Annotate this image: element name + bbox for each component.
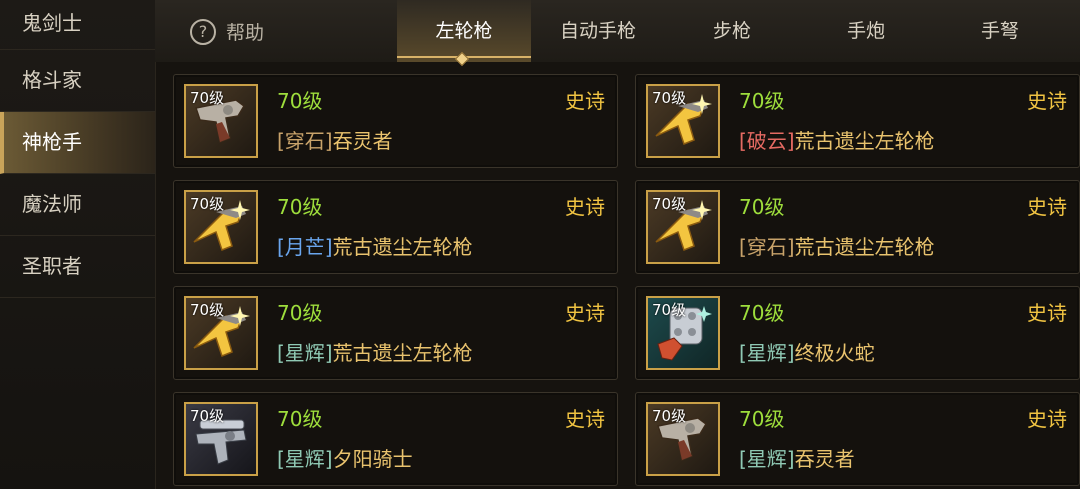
item-tag: [星辉] bbox=[277, 447, 333, 471]
thumb-level: 70级 bbox=[652, 89, 687, 107]
revolver-gold-icon: 70级 bbox=[646, 190, 720, 264]
revolver-gold-icon: 70级 bbox=[184, 296, 258, 370]
item-tag: [穿石] bbox=[739, 235, 795, 259]
sidebar-item-fighter[interactable]: 格斗家 bbox=[0, 50, 155, 112]
sidebar-item-gunner[interactable]: 神枪手 bbox=[0, 112, 155, 174]
tab-rifle[interactable]: 步枪 bbox=[665, 0, 799, 62]
item-card[interactable]: 70级 70级 史诗 [穿石]荒古遗尘左轮枪 bbox=[635, 180, 1080, 274]
item-rarity: 史诗 bbox=[565, 301, 605, 325]
item-title: 荒古遗尘左轮枪 bbox=[794, 129, 935, 153]
item-title: 终极火蛇 bbox=[794, 341, 875, 365]
tab-label: 手弩 bbox=[980, 20, 1019, 42]
revolver-silver-icon: 70级 bbox=[646, 402, 720, 476]
item-rarity: 史诗 bbox=[1027, 195, 1067, 219]
sidebar-item-label: 圣职者 bbox=[22, 254, 82, 278]
weapon-tab-bar: ? 帮助 左轮枪 自动手枪 步枪 手炮 手弩 bbox=[155, 0, 1080, 67]
sidebar-item-label: 鬼剑士 bbox=[22, 11, 82, 35]
item-level: 70级 bbox=[739, 301, 785, 325]
item-tag: [穿石] bbox=[277, 129, 333, 153]
item-name: [穿石]吞灵者 bbox=[277, 125, 393, 154]
revolver-gold-icon: 70级 bbox=[646, 84, 720, 158]
item-name: [星辉]荒古遗尘左轮枪 bbox=[277, 337, 473, 366]
tab-auto-pistol[interactable]: 自动手枪 bbox=[531, 0, 665, 62]
item-level: 70级 bbox=[739, 407, 785, 431]
item-tag: [月芒] bbox=[277, 235, 333, 259]
item-title: 夕阳骑士 bbox=[332, 447, 413, 471]
item-card[interactable]: 70级 70级 史诗 [星辉]吞灵者 bbox=[635, 392, 1080, 486]
sidebar-item-label: 魔法师 bbox=[22, 192, 82, 216]
item-name: [穿石]荒古遗尘左轮枪 bbox=[739, 231, 935, 260]
tab-revolver[interactable]: 左轮枪 bbox=[397, 0, 531, 67]
sidebar-item-slayer[interactable]: 鬼剑士 bbox=[0, 0, 155, 50]
revolver-silver-icon: 70级 bbox=[184, 84, 258, 158]
thumb-level: 70级 bbox=[652, 195, 687, 213]
class-sidebar: 鬼剑士 格斗家 神枪手 魔法师 圣职者 bbox=[0, 0, 156, 489]
item-title: 吞灵者 bbox=[332, 129, 393, 153]
item-rarity: 史诗 bbox=[1027, 407, 1067, 431]
item-level: 70级 bbox=[277, 301, 323, 325]
thumb-level: 70级 bbox=[652, 301, 687, 319]
revolver-gold-icon: 70级 bbox=[184, 190, 258, 264]
item-card[interactable]: 70级 70级 史诗 [穿石]吞灵者 bbox=[173, 74, 618, 168]
revolver-scope-icon: 70级 bbox=[184, 402, 258, 476]
item-tag: [破云] bbox=[739, 129, 795, 153]
tab-hand-cannon[interactable]: 手炮 bbox=[799, 0, 933, 62]
item-rarity: 史诗 bbox=[1027, 301, 1067, 325]
item-name: [星辉]终极火蛇 bbox=[739, 337, 875, 366]
item-title: 荒古遗尘左轮枪 bbox=[332, 235, 473, 259]
tab-crossbow[interactable]: 手弩 bbox=[933, 0, 1067, 62]
thumb-level: 70级 bbox=[190, 407, 225, 425]
thumb-level: 70级 bbox=[190, 195, 225, 213]
question-icon: ? bbox=[190, 18, 216, 45]
tab-label: 手炮 bbox=[846, 20, 885, 42]
item-rarity: 史诗 bbox=[1027, 89, 1067, 113]
weapon-tabs: 左轮枪 自动手枪 步枪 手炮 手弩 bbox=[397, 0, 1067, 67]
revolver-cylinder-icon: 70级 bbox=[646, 296, 720, 370]
item-name: [星辉]夕阳骑士 bbox=[277, 443, 413, 472]
sidebar-item-priest[interactable]: 圣职者 bbox=[0, 236, 155, 298]
diamond-icon bbox=[454, 51, 470, 67]
item-level: 70级 bbox=[277, 89, 323, 113]
sidebar-item-mage[interactable]: 魔法师 bbox=[0, 174, 155, 236]
sidebar-item-label: 神枪手 bbox=[22, 130, 82, 154]
sidebar-item-label: 格斗家 bbox=[22, 68, 82, 92]
tab-label: 左轮枪 bbox=[435, 20, 493, 42]
item-title: 荒古遗尘左轮枪 bbox=[794, 235, 935, 259]
item-card[interactable]: 70级 70级 史诗 [月芒]荒古遗尘左轮枪 bbox=[173, 180, 618, 274]
item-level: 70级 bbox=[739, 195, 785, 219]
item-tag: [星辉] bbox=[277, 341, 333, 365]
tab-label: 自动手枪 bbox=[559, 20, 636, 42]
item-tag: [星辉] bbox=[739, 341, 795, 365]
help-button[interactable]: ? 帮助 bbox=[190, 18, 264, 45]
item-rarity: 史诗 bbox=[565, 89, 605, 113]
item-level: 70级 bbox=[277, 195, 323, 219]
thumb-level: 70级 bbox=[652, 407, 687, 425]
help-label: 帮助 bbox=[226, 22, 265, 44]
item-rarity: 史诗 bbox=[565, 195, 605, 219]
tab-label: 步枪 bbox=[712, 20, 751, 42]
thumb-level: 70级 bbox=[190, 301, 225, 319]
thumb-level: 70级 bbox=[190, 89, 225, 107]
item-rarity: 史诗 bbox=[565, 407, 605, 431]
item-card[interactable]: 70级 70级 史诗 [星辉]终极火蛇 bbox=[635, 286, 1080, 380]
item-title: 荒古遗尘左轮枪 bbox=[332, 341, 473, 365]
item-card[interactable]: 70级 70级 史诗 [星辉]夕阳骑士 bbox=[173, 392, 618, 486]
item-level: 70级 bbox=[277, 407, 323, 431]
item-name: [破云]荒古遗尘左轮枪 bbox=[739, 125, 935, 154]
item-name: [月芒]荒古遗尘左轮枪 bbox=[277, 231, 473, 260]
item-card[interactable]: 70级 70级 史诗 [破云]荒古遗尘左轮枪 bbox=[635, 74, 1080, 168]
item-level: 70级 bbox=[739, 89, 785, 113]
item-name: [星辉]吞灵者 bbox=[739, 443, 855, 472]
item-title: 吞灵者 bbox=[794, 447, 855, 471]
item-card[interactable]: 70级 70级 史诗 [星辉]荒古遗尘左轮枪 bbox=[173, 286, 618, 380]
item-tag: [星辉] bbox=[739, 447, 795, 471]
